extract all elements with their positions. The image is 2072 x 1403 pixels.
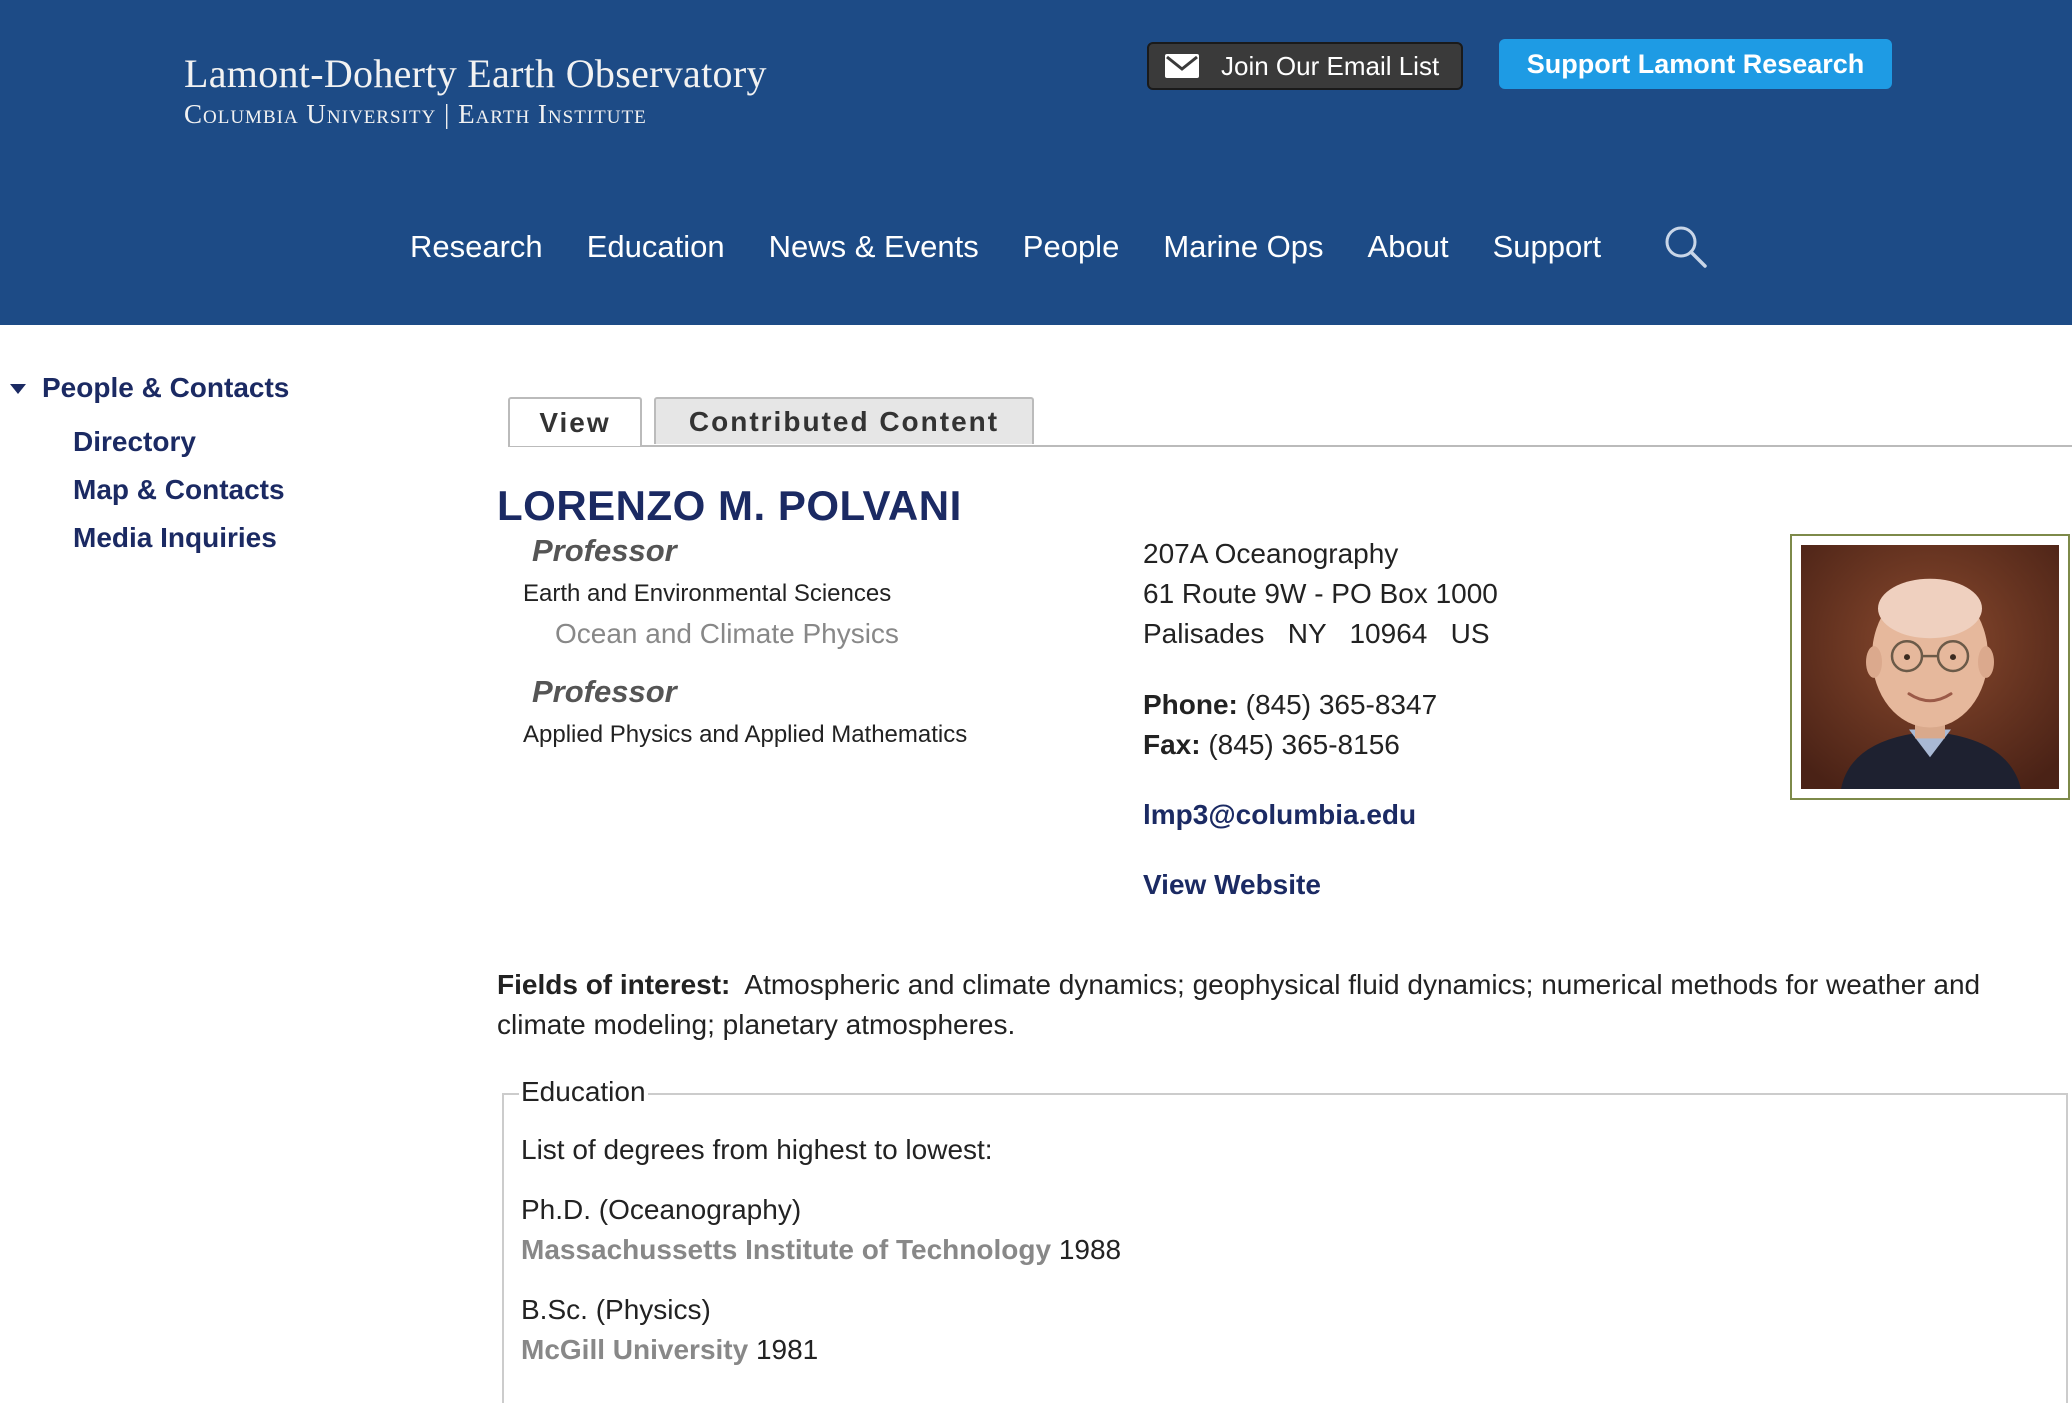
- sidebar-heading-people-contacts[interactable]: People & Contacts: [10, 372, 289, 404]
- role-title: Professor: [532, 674, 677, 709]
- profile-tabs: View Contributed Content: [508, 397, 2072, 447]
- nav-education[interactable]: Education: [587, 229, 725, 265]
- degree-row: McGill University 1981: [521, 1334, 818, 1366]
- logo-subtitle: Columbia University | Earth Institute: [184, 99, 647, 129]
- join-email-list-label: Join Our Email List: [1221, 50, 1440, 81]
- fax-row: Fax: (845) 365-8156: [1143, 729, 1400, 761]
- nav-marine-ops[interactable]: Marine Ops: [1163, 229, 1323, 265]
- support-lamont-research-label: Support Lamont Research: [1526, 48, 1865, 79]
- address-line: 61 Route 9W - PO Box 1000: [1143, 578, 1498, 609]
- sidebar-item-media-inquiries[interactable]: Media Inquiries: [73, 514, 289, 562]
- nav-people[interactable]: People: [1023, 229, 1120, 265]
- sidebar: People & Contacts Directory Map & Contac…: [10, 372, 289, 562]
- caret-down-icon: [10, 384, 26, 394]
- sidebar-item-directory[interactable]: Directory: [73, 418, 289, 466]
- phone-row: Phone: (845) 365-8347: [1143, 689, 1437, 721]
- degree-title: B.Sc. (Physics): [521, 1294, 711, 1325]
- tab-view[interactable]: View: [508, 397, 642, 446]
- tab-contributed-content[interactable]: Contributed Content: [654, 397, 1034, 444]
- sidebar-submenu: Directory Map & Contacts Media Inquiries: [73, 418, 289, 562]
- fields-of-interest: Fields of interest: Atmospheric and clim…: [497, 965, 2037, 1045]
- logo-title: Lamont-Doherty Earth Observatory: [184, 51, 767, 96]
- profile-name: LORENZO M. POLVANI: [497, 482, 962, 529]
- address-line: Palisades NY 10964 US: [1143, 618, 1490, 649]
- profile-photo-frame: [1790, 534, 2070, 800]
- degree-title: Ph.D. (Oceanography): [521, 1194, 802, 1225]
- site-logo[interactable]: Lamont-Doherty Earth Observatory Columbi…: [184, 50, 767, 130]
- search-icon[interactable]: [1661, 222, 1711, 272]
- fax-label: Fax:: [1143, 729, 1201, 760]
- phone-label: Phone:: [1143, 689, 1238, 720]
- degree-institution: McGill University: [521, 1334, 749, 1365]
- envelope-icon: [1165, 54, 1199, 78]
- site-header: Lamont-Doherty Earth Observatory Columbi…: [0, 0, 2072, 325]
- view-website-link[interactable]: View Website: [1143, 869, 1321, 901]
- nav-about[interactable]: About: [1368, 229, 1449, 265]
- support-lamont-research-button[interactable]: Support Lamont Research: [1499, 39, 1892, 89]
- fields-of-interest-label: Fields of interest:: [497, 969, 731, 1000]
- role-subdepartment: Ocean and Climate Physics: [555, 618, 899, 649]
- fax-number: (845) 365-8156: [1208, 729, 1400, 760]
- degree-row: Massachussetts Institute of Technology 1…: [521, 1234, 1121, 1266]
- nav-news-events[interactable]: News & Events: [769, 229, 979, 265]
- email-link[interactable]: lmp3@columbia.edu: [1143, 799, 1416, 831]
- main-nav: Research Education News & Events People …: [410, 222, 1711, 272]
- role-department: Earth and Environmental Sciences: [523, 580, 892, 607]
- degree-year: 1988: [1058, 1234, 1122, 1265]
- profile-photo: [1801, 545, 2059, 789]
- role-title: Professor: [532, 533, 677, 568]
- sidebar-heading-label: People & Contacts: [42, 372, 290, 403]
- nav-support[interactable]: Support: [1493, 229, 1602, 265]
- education-legend: Education: [519, 1076, 648, 1108]
- nav-research[interactable]: Research: [410, 229, 543, 265]
- sidebar-item-map-contacts[interactable]: Map & Contacts: [73, 466, 289, 514]
- join-email-list-button[interactable]: Join Our Email List: [1147, 42, 1463, 90]
- degree-institution: Massachussetts Institute of Technology: [521, 1234, 1052, 1265]
- education-intro: List of degrees from highest to lowest:: [521, 1134, 993, 1165]
- degree-year: 1981: [755, 1334, 819, 1365]
- phone-number: (845) 365-8347: [1245, 689, 1438, 720]
- address-line: 207A Oceanography: [1143, 538, 1399, 569]
- role-department: Applied Physics and Applied Mathematics: [523, 721, 968, 748]
